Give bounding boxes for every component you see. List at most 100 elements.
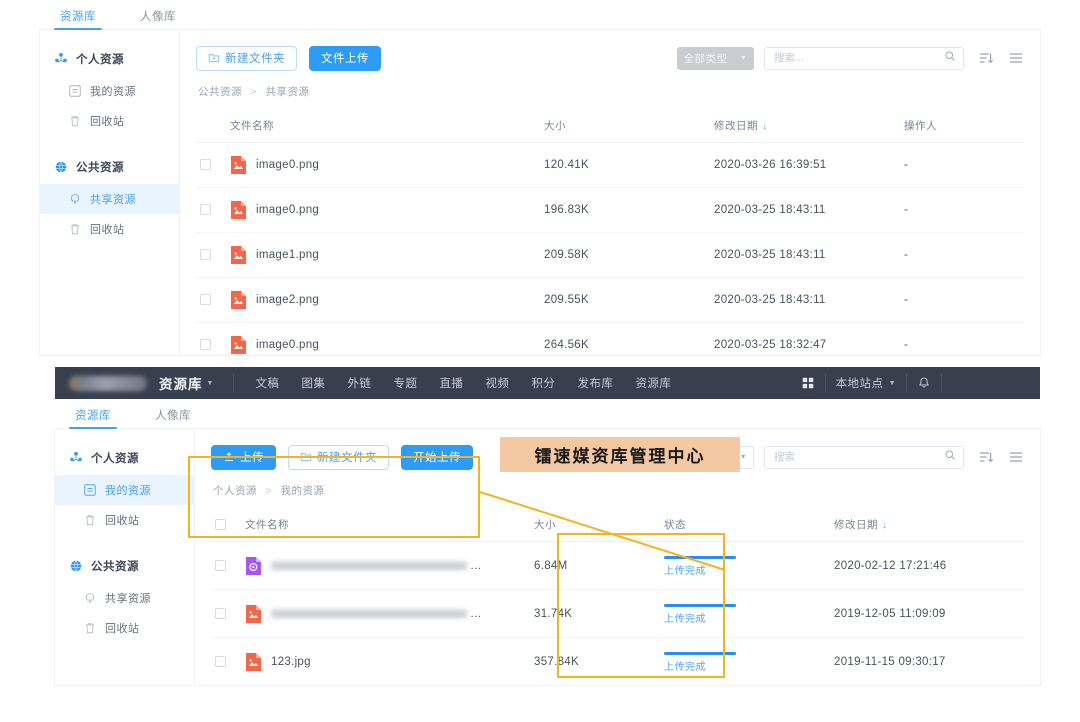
nav-link-1[interactable]: 图集 [301, 375, 325, 391]
nav-link-7[interactable]: 发布库 [577, 375, 613, 391]
table-row[interactable]: … 31.74K 上传完成 2019-12-05 11:09:09 [211, 590, 1024, 638]
table-row[interactable]: image2.png 209.55K 2020-03-25 18:43:11 - [196, 278, 1024, 323]
top-app-panel: 个人资源 我的资源 回收站 公共资源 [40, 30, 1040, 355]
site-selector[interactable]: 本地站点 ▼ [836, 375, 896, 391]
col-header-filename[interactable]: 文件名称 [245, 508, 534, 542]
bell-icon[interactable] [917, 376, 931, 390]
sidebar-item-shared-resources[interactable]: 共享资源 [40, 184, 179, 214]
video-file-icon [245, 556, 262, 576]
tab-resource-library[interactable]: 资源库 [69, 407, 117, 429]
sidebar-item-recycle-bin-public[interactable]: 回收站 [40, 214, 179, 244]
image-file-icon [230, 245, 247, 265]
row-checkbox[interactable] [200, 339, 211, 350]
sidebar-item-my-resources[interactable]: 我的资源 [55, 475, 194, 505]
col-header-date[interactable]: 修改日期↓ [834, 508, 1024, 542]
row-checkbox-cell[interactable] [196, 278, 230, 323]
nav-link-4[interactable]: 直播 [439, 375, 463, 391]
search-icon[interactable] [944, 49, 956, 67]
sidebar-group-personal[interactable]: 个人资源 [40, 42, 179, 76]
cell-operator: - [904, 188, 1024, 233]
select-all-cell[interactable] [211, 508, 245, 542]
tab-portrait-library[interactable]: 人像库 [134, 8, 182, 30]
search-input[interactable] [772, 450, 944, 464]
search-input[interactable] [772, 51, 944, 65]
sidebar-group-personal[interactable]: 个人资源 [55, 441, 194, 475]
row-checkbox[interactable] [215, 656, 226, 667]
row-checkbox-cell[interactable] [211, 590, 245, 638]
row-checkbox-cell[interactable] [211, 542, 245, 590]
tab-resource-library[interactable]: 资源库 [54, 8, 102, 30]
table-row[interactable]: image1.png 209.58K 2020-03-25 18:43:11 - [196, 233, 1024, 278]
nav-link-3[interactable]: 专题 [393, 375, 417, 391]
new-folder-button[interactable]: 新建文件夹 [288, 445, 389, 470]
nav-link-2[interactable]: 外链 [347, 375, 371, 391]
search-box[interactable] [764, 446, 964, 469]
nav-link-5[interactable]: 视频 [485, 375, 509, 391]
grid-icon[interactable] [801, 376, 815, 390]
start-upload-button[interactable]: 开始上传 [401, 445, 473, 470]
row-checkbox-cell[interactable] [196, 323, 230, 368]
row-checkbox[interactable] [200, 294, 211, 305]
breadcrumb-item-0[interactable]: 公共资源 [198, 86, 242, 98]
nav-link-6[interactable]: 积分 [531, 375, 555, 391]
nav-link-0[interactable]: 文稿 [255, 375, 279, 391]
table-row[interactable]: image0.png 264.56K 2020-03-25 18:32:47 - [196, 323, 1024, 368]
chevron-down-icon[interactable]: ▼ [207, 380, 214, 387]
row-checkbox-cell[interactable] [196, 143, 230, 188]
row-checkbox[interactable] [215, 560, 226, 571]
row-checkbox[interactable] [215, 608, 226, 619]
col-header-size[interactable]: 大小 [544, 109, 714, 143]
table-row[interactable]: image0.png 120.41K 2020-03-26 16:39:51 - [196, 143, 1024, 188]
tab-portrait-library[interactable]: 人像库 [149, 407, 197, 429]
col-header-date[interactable]: 修改日期↓ [714, 109, 904, 143]
upload-button[interactable]: 上传 [211, 445, 276, 470]
select-all-checkbox[interactable] [215, 519, 226, 530]
cell-size: 120.41K [544, 143, 714, 188]
navbar-divider [906, 374, 907, 392]
file-upload-button[interactable]: 文件上传 [309, 46, 381, 71]
cell-status: 上传完成 [664, 590, 834, 638]
sort-icon[interactable] [978, 50, 994, 66]
list-view-icon[interactable] [1008, 50, 1024, 66]
row-checkbox[interactable] [200, 249, 211, 260]
cell-date: 2020-02-12 17:21:46 [834, 542, 1024, 590]
sidebar-item-recycle-bin-personal[interactable]: 回收站 [55, 505, 194, 535]
breadcrumb-item-1[interactable]: 我的资源 [280, 485, 324, 497]
col-header-filename[interactable]: 文件名称 [230, 109, 544, 143]
sidebar-group-label: 个人资源 [91, 450, 139, 466]
sort-icon[interactable] [978, 449, 994, 465]
cell-size: 196.83K [544, 188, 714, 233]
cell-filename: image0.png [230, 143, 544, 188]
breadcrumb-item-1[interactable]: 共享资源 [265, 86, 309, 98]
search-box[interactable] [764, 47, 964, 70]
table-row[interactable]: 123.jpg 357.84K 上传完成 2019-11-15 09:30:17 [211, 638, 1024, 686]
sidebar-item-recycle-bin-public[interactable]: 回收站 [55, 613, 194, 643]
sidebar-group-public[interactable]: 公共资源 [55, 549, 194, 583]
breadcrumb-item-0[interactable]: 个人资源 [213, 485, 257, 497]
row-checkbox-cell[interactable] [196, 233, 230, 278]
nav-link-8[interactable]: 资源库 [635, 375, 671, 391]
sidebar-item-recycle-bin-personal[interactable]: 回收站 [40, 106, 179, 136]
sidebar-item-label: 回收站 [90, 113, 125, 129]
navbar-brand[interactable]: 资源库 [159, 373, 203, 393]
row-checkbox[interactable] [200, 159, 211, 170]
sidebar-item-shared-resources[interactable]: 共享资源 [55, 583, 194, 613]
row-checkbox[interactable] [200, 204, 211, 215]
cell-size: 357.84K [534, 638, 664, 686]
col-header-size[interactable]: 大小 [534, 508, 664, 542]
row-checkbox-cell[interactable] [211, 638, 245, 686]
list-view-icon[interactable] [1008, 449, 1024, 465]
search-icon[interactable] [944, 448, 956, 466]
breadcrumb-separator: > [250, 86, 257, 98]
new-folder-button[interactable]: 新建文件夹 [196, 46, 297, 71]
col-header-operator[interactable]: 操作人 [904, 109, 1024, 143]
sidebar-group-public[interactable]: 公共资源 [40, 150, 179, 184]
table-row[interactable]: … 6.84M 上传完成 2020-02-12 17:21:46 [211, 542, 1024, 590]
avatar[interactable] [958, 375, 1026, 391]
table-row[interactable]: image0.png 196.83K 2020-03-25 18:43:11 - [196, 188, 1024, 233]
col-header-status[interactable]: 状态 [664, 508, 834, 542]
type-filter-select[interactable]: 全部类型 ▼ [677, 47, 754, 70]
sidebar-item-my-resources[interactable]: 我的资源 [40, 76, 179, 106]
navbar-divider [941, 374, 942, 392]
row-checkbox-cell[interactable] [196, 188, 230, 233]
